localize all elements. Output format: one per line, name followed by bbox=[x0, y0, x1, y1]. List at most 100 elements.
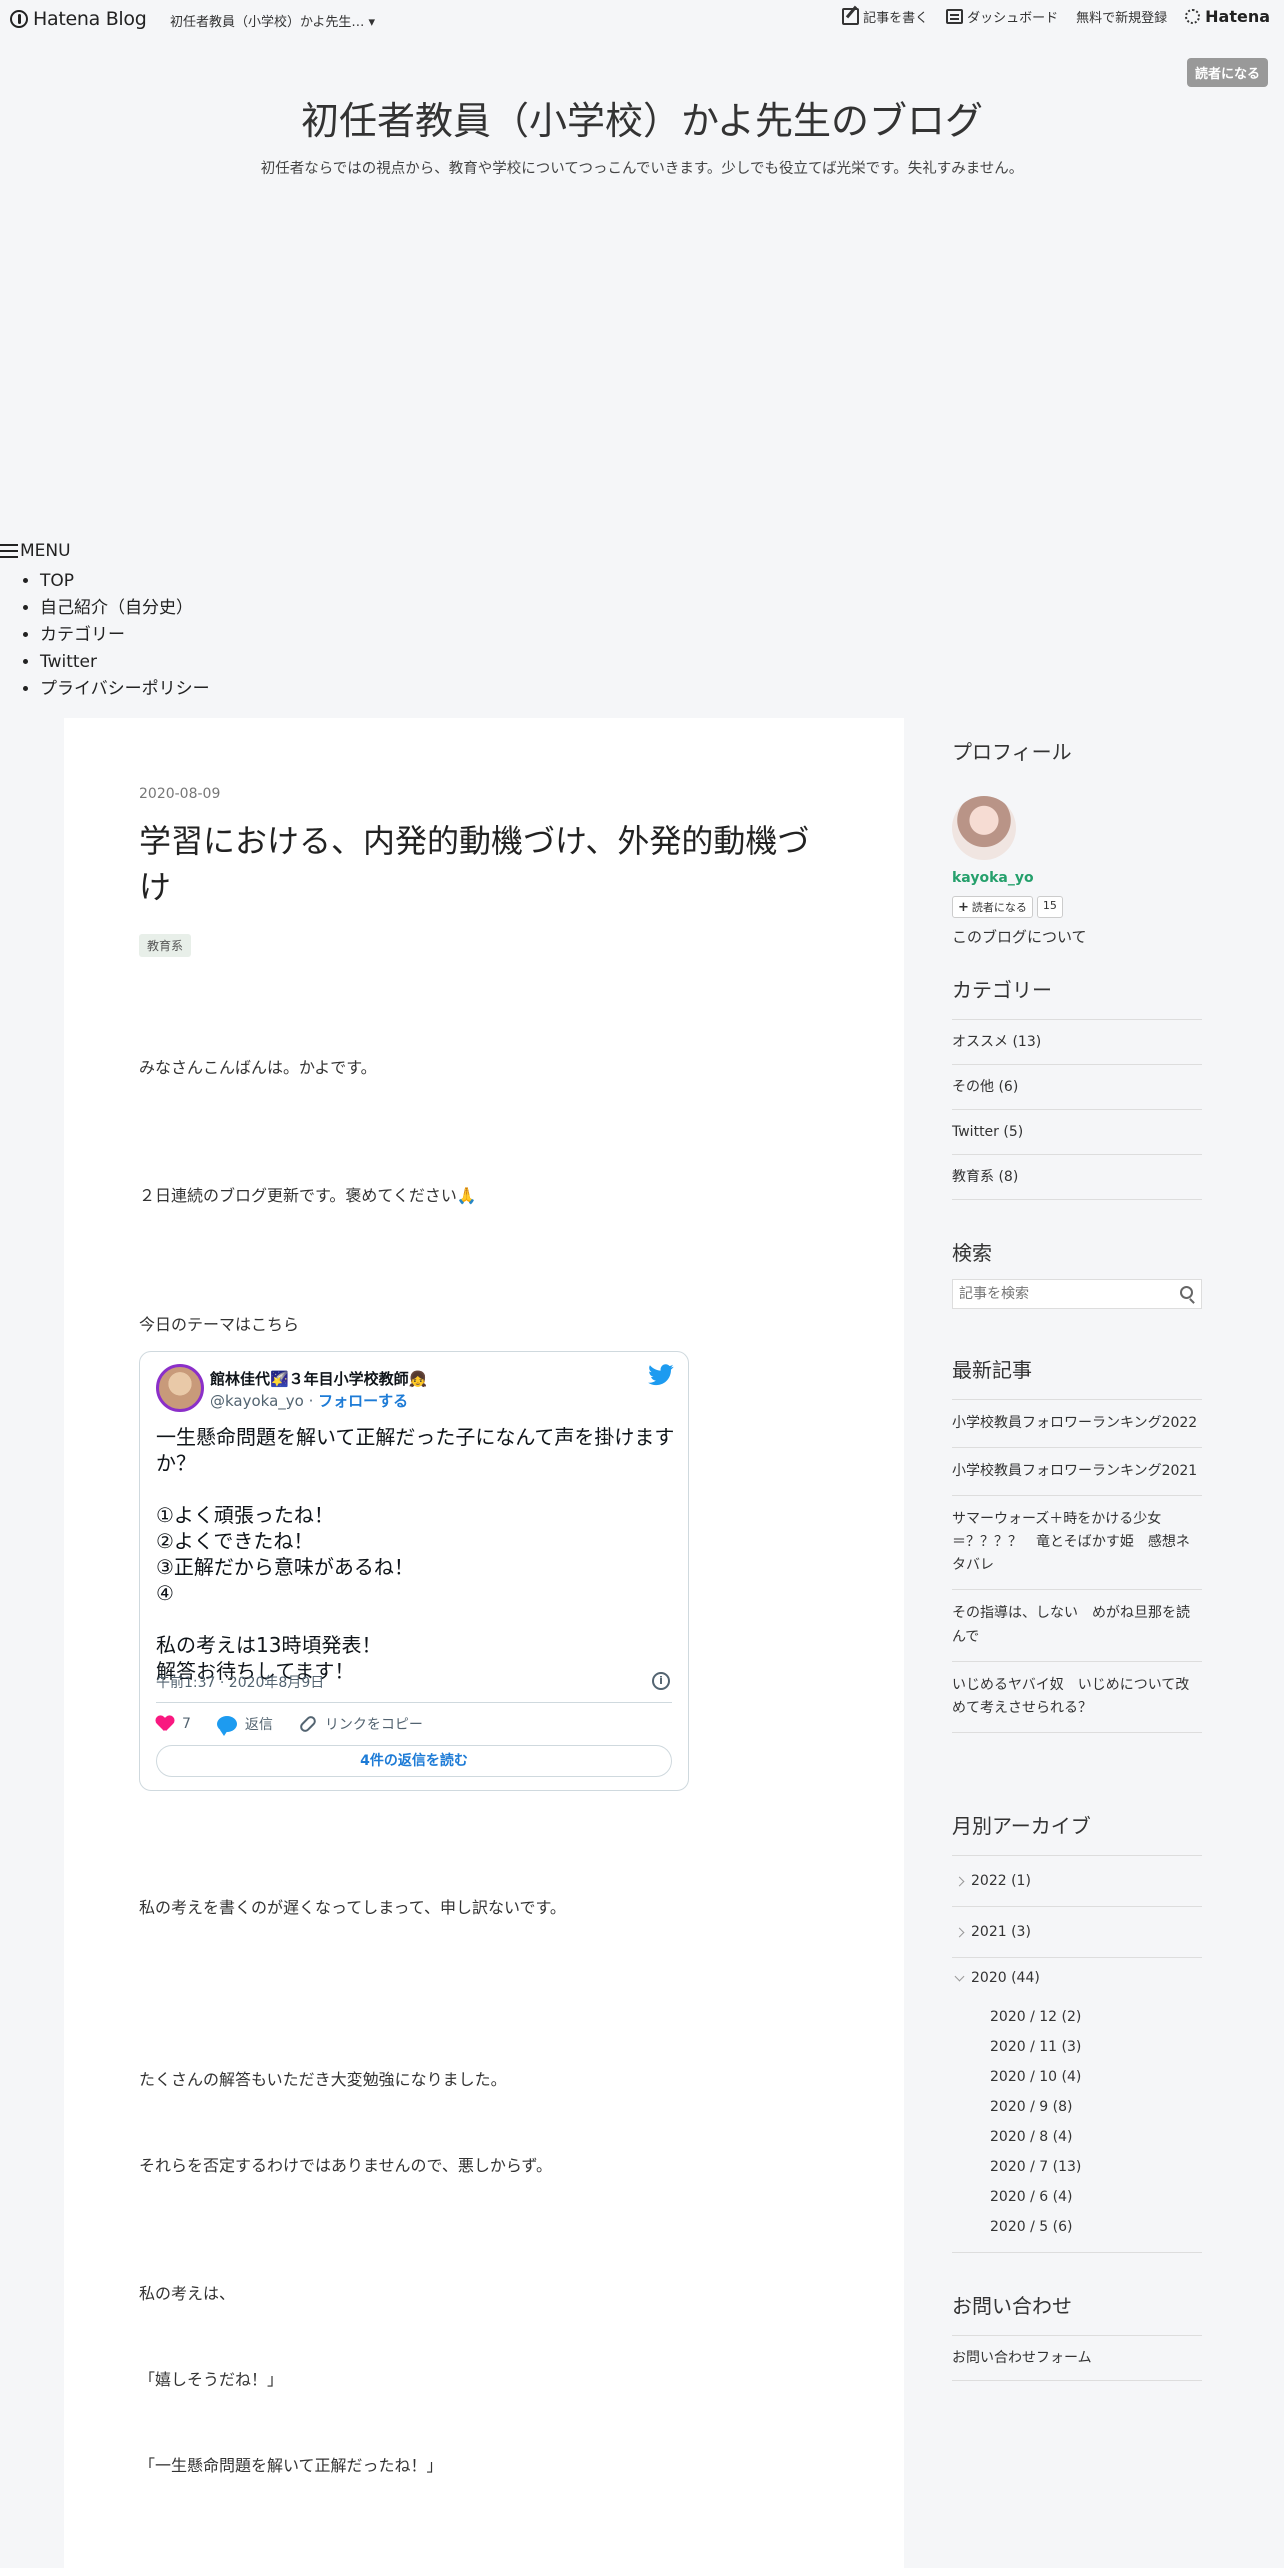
entry-paragraph: ２日連続のブログ更新です。褒めてください🙏 bbox=[139, 1186, 477, 1205]
entry-title[interactable]: 学習における、内発的動機づけ、外発的動機づけ bbox=[139, 818, 819, 911]
tweet-avatar[interactable] bbox=[156, 1364, 204, 1412]
menu-item-category[interactable]: カテゴリー bbox=[40, 622, 210, 649]
embedded-tweet: 館林佳代🌠３年目小学校教師👧 @kayoka_yo · フォローする 一生懸命問… bbox=[139, 1351, 689, 1791]
search-input[interactable] bbox=[953, 1280, 1163, 1308]
recent-entries-list: 小学校教員フォロワーランキング2022 小学校教員フォロワーランキング2021 … bbox=[952, 1399, 1202, 1733]
archive-month-link[interactable]: 2020 / 10 (4) bbox=[990, 2062, 1202, 2092]
read-replies-button[interactable]: 4件の返信を読む bbox=[156, 1745, 672, 1777]
subscriber-count[interactable]: 15 bbox=[1036, 896, 1063, 918]
archive-year-label: 2020 (44) bbox=[971, 1970, 1040, 1986]
contact-list: お問い合わせフォーム bbox=[952, 2335, 1202, 2381]
hatena-dots-icon bbox=[1185, 9, 1201, 24]
recent-entry-link[interactable]: サマーウォーズ＋時をかける少女＝？？？？ 竜とそばかす姫 感想ネタバレ bbox=[952, 1496, 1202, 1591]
recent-entries-module: 最新記事 小学校教員フォロワーランキング2022 小学校教員フォロワーランキング… bbox=[952, 1354, 1202, 1733]
tweet-copy-link-button[interactable]: リンクをコピー bbox=[298, 1714, 423, 1734]
write-article-link[interactable]: 記事を書く bbox=[842, 7, 928, 26]
archive-month-link[interactable]: 2020 / 9 (8) bbox=[990, 2092, 1202, 2122]
tweet-follow-link[interactable]: フォローする bbox=[318, 1392, 408, 1410]
contact-heading: お問い合わせ bbox=[952, 2294, 1072, 2318]
archive-year-2020[interactable]: 2020 (44) bbox=[952, 1958, 1202, 1998]
archive-module: 月別アーカイブ 2022 (1) 2021 (3) 2020 (44) 2020… bbox=[952, 1810, 1202, 2253]
profile-subscribe-button[interactable]: + 読者になる bbox=[952, 896, 1033, 918]
archive-year-label: 2022 (1) bbox=[971, 1872, 1031, 1889]
entry-paragraph: 今日のテーマはこちら bbox=[139, 1315, 300, 1334]
entry-paragraph: 「一生懸命問題を解いて正解だったね！」 bbox=[139, 2456, 443, 2475]
contact-module: お問い合わせ お問い合わせフォーム bbox=[952, 2290, 1202, 2381]
profile-name-link[interactable]: kayoka_yo bbox=[952, 870, 1034, 886]
archive-month-link[interactable]: 2020 / 8 (4) bbox=[990, 2122, 1202, 2152]
entry-paragraph: 私の考えは、 bbox=[139, 2284, 236, 2303]
write-article-label: 記事を書く bbox=[863, 11, 929, 26]
tweet-reply-label: 返信 bbox=[244, 1717, 273, 1733]
hatena-logo-link[interactable]: Hatena bbox=[1185, 7, 1270, 26]
entry-paragraph: 私の考えを書くのが遅くなってしまって、申し訳ないです。 bbox=[139, 1898, 566, 1917]
profile-subscribe-group: + 読者になる 15 bbox=[952, 896, 1063, 918]
recent-entry-link[interactable]: 小学校教員フォロワーランキング2022 bbox=[952, 1400, 1202, 1449]
archive-year-2022[interactable]: 2022 (1) bbox=[952, 1856, 1202, 1907]
menu-toggle[interactable]: MENU bbox=[0, 540, 210, 562]
category-item[interactable]: オススメ (13) bbox=[952, 1020, 1202, 1065]
top-navbar: Hatena Blog 初任者教員（小学校）かよ先生… ▾ 記事を書く ダッシュ… bbox=[0, 0, 1284, 38]
about-blog-link[interactable]: このブログについて bbox=[952, 926, 1087, 947]
entry-date[interactable]: 2020-08-09 bbox=[139, 786, 220, 802]
info-icon[interactable]: i bbox=[652, 1672, 670, 1690]
recent-entry-link[interactable]: いじめるヤバイ奴 いじめについて改めて考えさせられる？ bbox=[952, 1662, 1202, 1733]
reply-bubble-icon bbox=[216, 1716, 237, 1736]
register-link[interactable]: 無料で新規登録 bbox=[1076, 7, 1167, 26]
archive-month-link[interactable]: 2020 / 11 (3) bbox=[990, 2032, 1202, 2062]
menu-item-profile[interactable]: 自己紹介（自分史） bbox=[40, 595, 210, 622]
search-module: 検索 bbox=[952, 1237, 1202, 1317]
category-item[interactable]: 教育系 (8) bbox=[952, 1155, 1202, 1200]
menu-item-privacy[interactable]: プライバシーポリシー bbox=[40, 676, 210, 703]
hatena-blog-logo[interactable]: Hatena Blog bbox=[10, 8, 147, 30]
plus-icon: + bbox=[958, 899, 969, 915]
recent-entry-link[interactable]: その指導は、しない めがね旦那を読んで bbox=[952, 1590, 1202, 1662]
dashboard-label: ダッシュボード bbox=[967, 11, 1059, 26]
archive-year-label: 2021 (3) bbox=[971, 1923, 1031, 1940]
profile-heading: プロフィール bbox=[952, 740, 1072, 764]
profile-avatar[interactable] bbox=[952, 796, 1016, 860]
archive-list: 2022 (1) 2021 (3) 2020 (44) 2020 / 12 (2… bbox=[952, 1855, 1202, 2253]
entry-paragraph: たくさんの解答もいただき大変勉強になりました。 bbox=[139, 2070, 507, 2089]
archive-month-link[interactable]: 2020 / 6 (4) bbox=[990, 2182, 1202, 2212]
archive-month-link[interactable]: 2020 / 12 (2) bbox=[990, 2002, 1202, 2032]
entry-article: 2020-08-09 学習における、内発的動機づけ、外発的動機づけ 教育系 みな… bbox=[64, 718, 904, 2568]
tweet-timestamp[interactable]: 午前1:37 · 2020年8月9日 bbox=[156, 1672, 324, 1692]
tweet-like-button[interactable]: 7 bbox=[156, 1716, 191, 1732]
navbar-actions: 記事を書く ダッシュボード 無料で新規登録 Hatena bbox=[842, 7, 1270, 26]
archive-month-list: 2020 / 12 (2) 2020 / 11 (3) 2020 / 10 (4… bbox=[952, 1998, 1202, 2253]
subscribe-button[interactable]: 読者になる bbox=[1186, 58, 1268, 87]
contact-form-link[interactable]: お問い合わせフォーム bbox=[952, 2336, 1202, 2381]
menu-item-top[interactable]: TOP bbox=[40, 568, 210, 595]
edit-icon bbox=[842, 8, 860, 25]
dashboard-link[interactable]: ダッシュボード bbox=[946, 7, 1058, 26]
blog-title[interactable]: 初任者教員（小学校）かよ先生のブログ bbox=[0, 90, 1284, 145]
recent-entry-link[interactable]: 小学校教員フォロワーランキング2021 bbox=[952, 1448, 1202, 1497]
tweet-handle-text[interactable]: @kayoka_yo bbox=[210, 1392, 304, 1410]
category-list: オススメ (13) その他 (6) Twitter (5) 教育系 (8) bbox=[952, 1019, 1202, 1200]
recent-heading: 最新記事 bbox=[952, 1358, 1032, 1382]
chevron-down-icon bbox=[954, 1971, 965, 1981]
navbar-blog-title-dropdown[interactable]: 初任者教員（小学校）かよ先生… ▾ bbox=[170, 11, 375, 30]
category-heading: カテゴリー bbox=[952, 978, 1052, 1002]
tweet-copy-link-label: リンクをコピー bbox=[324, 1717, 423, 1733]
tweet-author-name[interactable]: 館林佳代🌠３年目小学校教師👧 bbox=[210, 1368, 427, 1389]
search-icon[interactable] bbox=[1180, 1286, 1193, 1299]
category-item[interactable]: Twitter (5) bbox=[952, 1110, 1202, 1155]
archive-month-link[interactable]: 2020 / 7 (13) bbox=[990, 2152, 1202, 2182]
hamburger-icon bbox=[0, 544, 18, 558]
menu-item-twitter[interactable]: Twitter bbox=[40, 649, 210, 676]
hatena-blog-logo-icon bbox=[10, 10, 28, 28]
entry-category-badge[interactable]: 教育系 bbox=[139, 934, 192, 957]
heart-icon bbox=[156, 1716, 174, 1732]
archive-year-2021[interactable]: 2021 (3) bbox=[952, 1907, 1202, 1958]
chevron-right-icon bbox=[954, 1876, 965, 1886]
tweet-reply-button[interactable]: 返信 bbox=[216, 1714, 273, 1736]
category-module: カテゴリー オススメ (13) その他 (6) Twitter (5) 教育系 … bbox=[952, 974, 1202, 1200]
archive-month-link[interactable]: 2020 / 5 (6) bbox=[990, 2212, 1202, 2242]
search-box bbox=[952, 1279, 1202, 1309]
menu-label: MENU bbox=[20, 541, 71, 561]
twitter-bird-icon[interactable] bbox=[648, 1364, 674, 1386]
entry-paragraph: みなさんこんばんは。かよです。 bbox=[139, 1058, 377, 1077]
category-item[interactable]: その他 (6) bbox=[952, 1065, 1202, 1110]
